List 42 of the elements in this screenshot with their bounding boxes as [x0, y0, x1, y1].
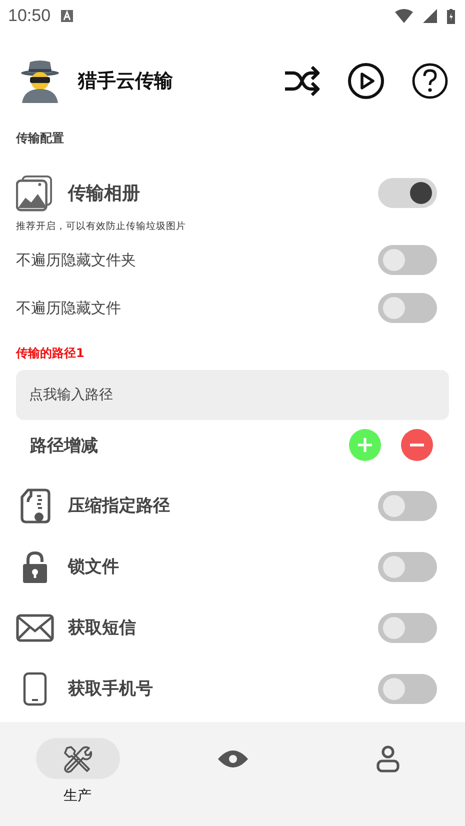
- toggle-switch[interactable]: [378, 552, 437, 582]
- battery-icon: [447, 8, 455, 24]
- path-title: 传输的路径1: [14, 345, 86, 362]
- option-label: 传输相册: [68, 182, 141, 205]
- detective-icon: [20, 59, 60, 103]
- nav-tab[interactable]: [36, 738, 120, 779]
- toggle-switch[interactable]: [378, 674, 437, 704]
- path-input-field[interactable]: 点我输入路径: [16, 370, 449, 420]
- toggle-switch[interactable]: [378, 490, 437, 520]
- toggle-switch[interactable]: [378, 178, 437, 208]
- adjust-label: 路径增减: [30, 434, 99, 456]
- remove-button[interactable]: [401, 429, 433, 461]
- eye-icon: [216, 748, 248, 770]
- zip-file-icon: [19, 488, 51, 524]
- shuffle-icon[interactable]: [283, 64, 321, 98]
- option-label: 压缩指定路径: [68, 495, 171, 517]
- option-label: 不遍历隐藏文件夹: [16, 250, 137, 270]
- lock-icon: [22, 550, 48, 582]
- toggle-switch[interactable]: [378, 245, 437, 275]
- toggle-switch[interactable]: [378, 293, 437, 323]
- signal-icon: [423, 9, 437, 23]
- toggle-switch[interactable]: [378, 612, 437, 642]
- minus-icon: [409, 443, 425, 447]
- gallery-icon: [16, 174, 52, 212]
- notification-icon: [60, 10, 73, 22]
- option-label: 获取短信: [68, 617, 137, 639]
- option-label: 锁文件: [68, 556, 120, 578]
- phone-icon: [23, 672, 47, 706]
- mail-icon: [16, 614, 54, 642]
- option-label: 获取手机号: [68, 678, 154, 700]
- nav-label: 生产: [64, 787, 92, 805]
- plus-icon: [357, 437, 373, 453]
- wifi-icon: [395, 9, 413, 23]
- option-label: 不遍历隐藏文件: [16, 298, 122, 318]
- status-time: 10:50: [8, 6, 51, 26]
- person-icon: [376, 744, 400, 772]
- section-title: 传输配置: [14, 130, 65, 147]
- option-hint: 推荐开启，可以有效防止传输垃圾图片: [15, 220, 187, 234]
- app-title: 猎手云传输: [78, 69, 174, 94]
- help-icon[interactable]: [411, 62, 449, 100]
- play-icon[interactable]: [347, 62, 385, 100]
- tools-icon: [62, 744, 92, 774]
